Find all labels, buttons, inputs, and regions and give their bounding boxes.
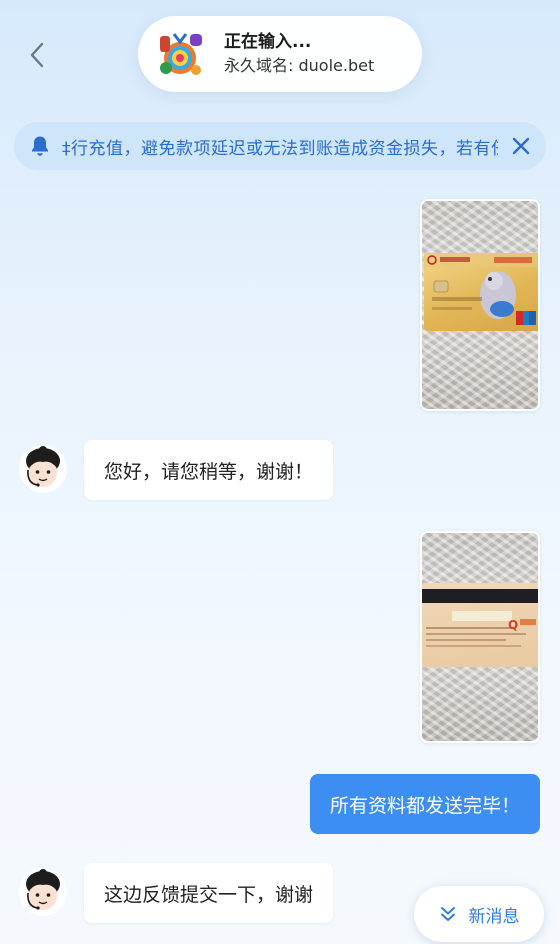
agent-message: 您好，请您稍等，谢谢！: [84, 440, 334, 500]
chat-header: 正在输入... 永久域名: duole.bet: [138, 16, 422, 92]
image-message-card-back[interactable]: Q: [420, 531, 540, 743]
image-message-card-front[interactable]: [420, 199, 540, 411]
permanent-domain: 永久域名: duole.bet: [224, 56, 375, 75]
bank-card-front-photo: [424, 253, 538, 331]
bell-icon: [32, 136, 48, 156]
new-message-label: 新消息: [468, 906, 520, 927]
double-chevron-down-icon: [440, 907, 455, 921]
agent-message: 这边反馈提交一下，谢谢: [84, 863, 334, 923]
notice-bar: ‡行充值，避免款项延迟或无法到账造成资金损失，若有任何疑问请联系客服。: [14, 122, 546, 170]
agent-avatar: [19, 445, 67, 493]
new-message-button[interactable]: 新消息: [414, 886, 544, 942]
chevron-left-icon: [30, 42, 44, 68]
svg-text:Q: Q: [508, 618, 518, 632]
app-logo: [154, 28, 206, 80]
back-button[interactable]: [22, 38, 52, 72]
typing-status: 正在输入...: [224, 32, 312, 52]
bank-card-back-photo: Q: [422, 583, 538, 667]
close-icon[interactable]: [510, 135, 532, 157]
agent-avatar: [19, 868, 67, 916]
user-message: 所有资料都发送完毕！: [309, 774, 540, 834]
notice-marquee-text: ‡行充值，避免款项延迟或无法到账造成资金损失，若有任何疑问请联系客服。: [62, 138, 498, 159]
